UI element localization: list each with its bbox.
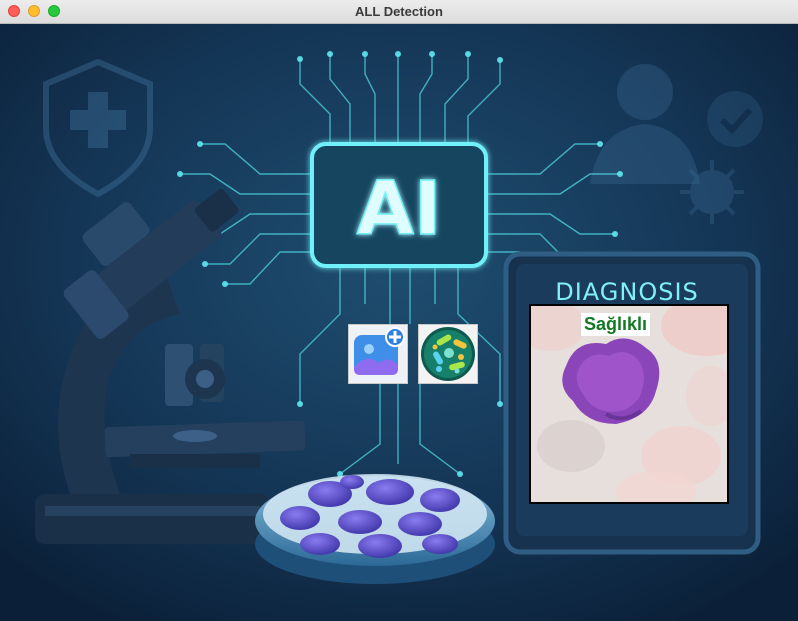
- main-canvas: AI DIAGNOSIS Sağlıklı: [0, 24, 798, 621]
- diagnosis-title: DIAGNOSIS: [555, 278, 699, 306]
- window-title: ALL Detection: [355, 4, 443, 19]
- upload-image-button[interactable]: [348, 324, 408, 384]
- app-window: ALL Detection AI DIAGNOSIS Sağlıklı: [0, 0, 798, 621]
- diagnosis-result-label: Sağlıklı: [581, 313, 651, 336]
- title-bar: ALL Detection: [0, 0, 798, 24]
- petri-dish-illustration: [255, 474, 495, 584]
- result-image-panel: Sağlıklı: [529, 304, 729, 504]
- analyze-button[interactable]: [418, 324, 478, 384]
- bacteria-cells-icon: [420, 326, 476, 382]
- add-image-icon: [350, 326, 406, 382]
- ai-badge-text: AI: [357, 166, 442, 252]
